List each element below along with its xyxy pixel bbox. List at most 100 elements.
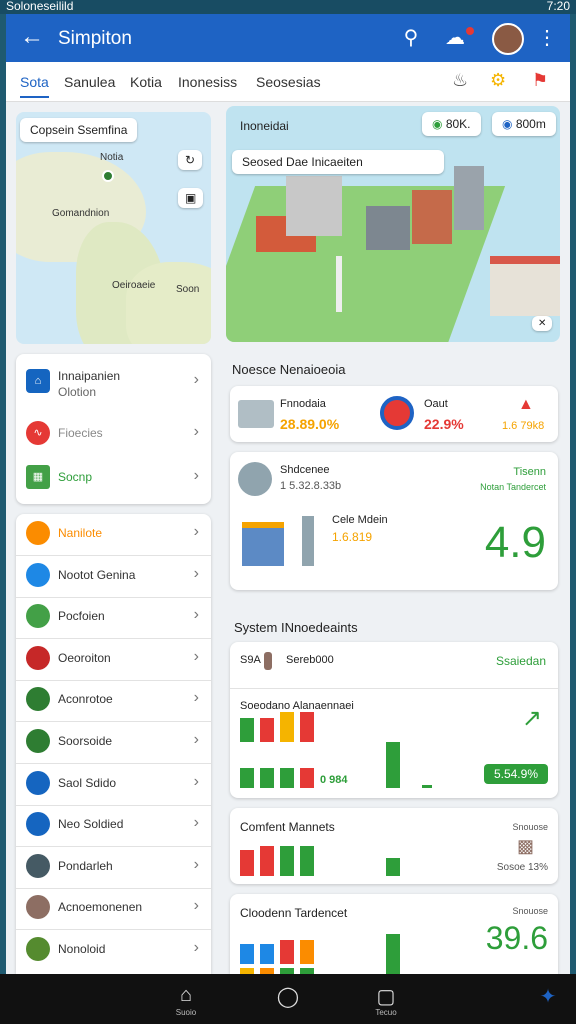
menu-item[interactable]: Saol Sdido › [16,764,211,804]
chevron-right-icon: › [193,371,199,388]
menu-card-primary: ⌂ Innaipanien Olotion › ∿ Fioecies › ▦ S… [16,354,211,504]
chevron-right-icon: › [193,897,199,915]
stat-title-right: Tisenn [513,466,546,478]
city-icon [26,812,50,837]
stat-value: 28.89.0% [280,416,340,432]
chevron-right-icon: › [193,855,199,873]
image-icon [26,645,50,670]
building-icon [26,687,50,712]
system-title: Cloodenn Tardencet [240,906,348,920]
circle-home-icon[interactable]: ◯ [268,984,308,1009]
layers-icon[interactable]: ▣ [178,188,204,208]
stat-label: Oaut [424,398,448,410]
church-icon [242,522,284,566]
menu-item-label: Fioecies [58,426,103,440]
stat-card[interactable]: Fnnodaia 28.89.0% Oaut 22.9% ▲ 1.6 79k8 [230,386,558,442]
stat-pill[interactable]: ◉ 800m [492,112,556,136]
chevron-right-icon: › [193,467,199,484]
menu-item[interactable]: Pondarleh › [16,847,211,887]
locate-icon[interactable]: ↻ [178,150,203,170]
menu-item-label: Pocfoien [58,609,105,624]
map-pin-icon[interactable] [102,170,114,182]
system-nav-bar: ⌂ Suoio ◯ ▢ Tecuo ✦ [0,974,576,1024]
more-menu-icon[interactable]: ⋮ [534,25,560,51]
menu-item-label: Aconrotoe [58,692,113,707]
home-icon: ⌂ [26,369,50,393]
map-panel[interactable]: Copsein Ssemfina Notia Gomandnion Oeiroa… [16,112,211,344]
tower-icon [302,516,314,566]
info-icon: ◉ [502,117,513,131]
chart-icon: ▲ [518,396,534,413]
place-icon [238,462,272,496]
alert-icon[interactable]: ⚑ [532,70,548,91]
avatar[interactable] [492,23,524,55]
tab-inonesiss[interactable]: Inonesiss [178,74,237,90]
system-card[interactable]: Cloodenn Tardencet Snouose 39.6 [230,894,558,974]
menu-item-label: Soorsoide [58,734,113,748]
chevron-right-icon: › [193,689,199,707]
system-right: Sosoe 13% [496,862,548,873]
menu-item[interactable]: Acnoemonenen › [16,888,211,928]
map-label: Notia [100,152,124,163]
landscape-icon [26,729,50,753]
stat-pill-value: 80K. [445,117,471,131]
status-bar: Soloneseilild 7:20 [0,0,576,14]
check-icon: ◉ [432,117,443,131]
back-arrow-icon[interactable]: ← [20,24,44,50]
stat-card-large[interactable]: Shdcenee 1 5.32.8.33b Tisenn Notan Tande… [230,452,558,590]
chevron-right-icon: › [193,647,199,665]
globe-icon [380,396,414,430]
assistant-icon[interactable]: ✦ [528,984,568,1009]
system-title: Comfent Mannets [240,820,335,834]
city-search-field[interactable]: Seosed Dae Inicaeiten [232,150,444,174]
search-icon[interactable]: ⚲ [398,25,424,51]
menu-item-label: Oeoroiton [58,650,111,665]
gear-icon[interactable]: ⚙ [490,70,506,91]
menu-item[interactable]: ▦ Socnp › [16,458,211,498]
tab-bar: Sota Sanulea Kotia Inonesiss Seosesias ♨… [6,62,570,102]
stat-mid-value: 1.6.819 [332,530,373,544]
menu-item[interactable]: ⌂ Innaipanien Olotion › [16,362,211,408]
stat-value: 22.9% [424,416,464,432]
notification-dot [466,27,474,35]
tab-seosesias[interactable]: Seosesias [256,74,321,90]
status-time: 7:20 [546,0,570,13]
calendar-icon [26,562,50,587]
tab-sota[interactable]: Sota [20,74,49,98]
recent-apps-icon[interactable]: ▢ [366,984,406,1009]
close-icon[interactable]: ✕ [532,316,553,331]
menu-item[interactable]: Aconrotoe › [16,680,211,720]
menu-item[interactable]: Oeoroiton › [16,639,211,679]
tab-sanulea[interactable]: Sanulea [64,74,115,90]
sun-icon [26,521,50,545]
menu-item[interactable]: Nootot Genina › [16,556,211,596]
plane-icon [26,770,50,795]
tab-kotia[interactable]: Kotia [130,74,162,90]
system-badge: 5.54.9% [483,764,548,784]
menu-item[interactable]: ∿ Fioecies › [16,414,211,454]
chevron-right-icon: › [193,564,199,582]
stat-mid-title: Cele Mdein [332,514,388,526]
menu-item[interactable]: Nonoloid › [16,930,211,970]
building-icon [238,400,274,428]
app-title: Simpiton [58,28,132,49]
menu-item[interactable]: Neo Soldied › [16,805,211,845]
chevron-right-icon: › [193,423,199,440]
menu-item[interactable]: Nanilote › [16,514,211,554]
chevron-right-icon: › [193,772,199,790]
stat-big-value: 4.9 [484,518,546,567]
stat-title: Shdcenee [280,464,330,476]
menu-item[interactable]: Soorsoide › [16,722,211,762]
stat-pill[interactable]: ◉ 80K. [422,112,481,136]
bell-icon[interactable]: ♨ [452,70,468,91]
map-search-chip[interactable]: Copsein Ssemfina [20,118,138,142]
menu-item[interactable]: Pocfoien › [16,597,211,637]
app-bar: ← Simpiton ⚲ ☁ ⋮ [6,14,570,62]
section-title: System INnoedeaints [234,620,358,635]
system-bars [240,930,440,974]
home-icon[interactable]: ⌂ [166,984,206,1007]
system-card[interactable]: S9A Sereb000 Ssaiedan Soeodano Alanaenna… [230,642,558,798]
system-card[interactable]: Comfent Mannets Snouose ▩ Sosoe 13% [230,808,558,884]
notification-icon[interactable]: ☁ [442,25,468,51]
tag-icon [26,604,50,629]
